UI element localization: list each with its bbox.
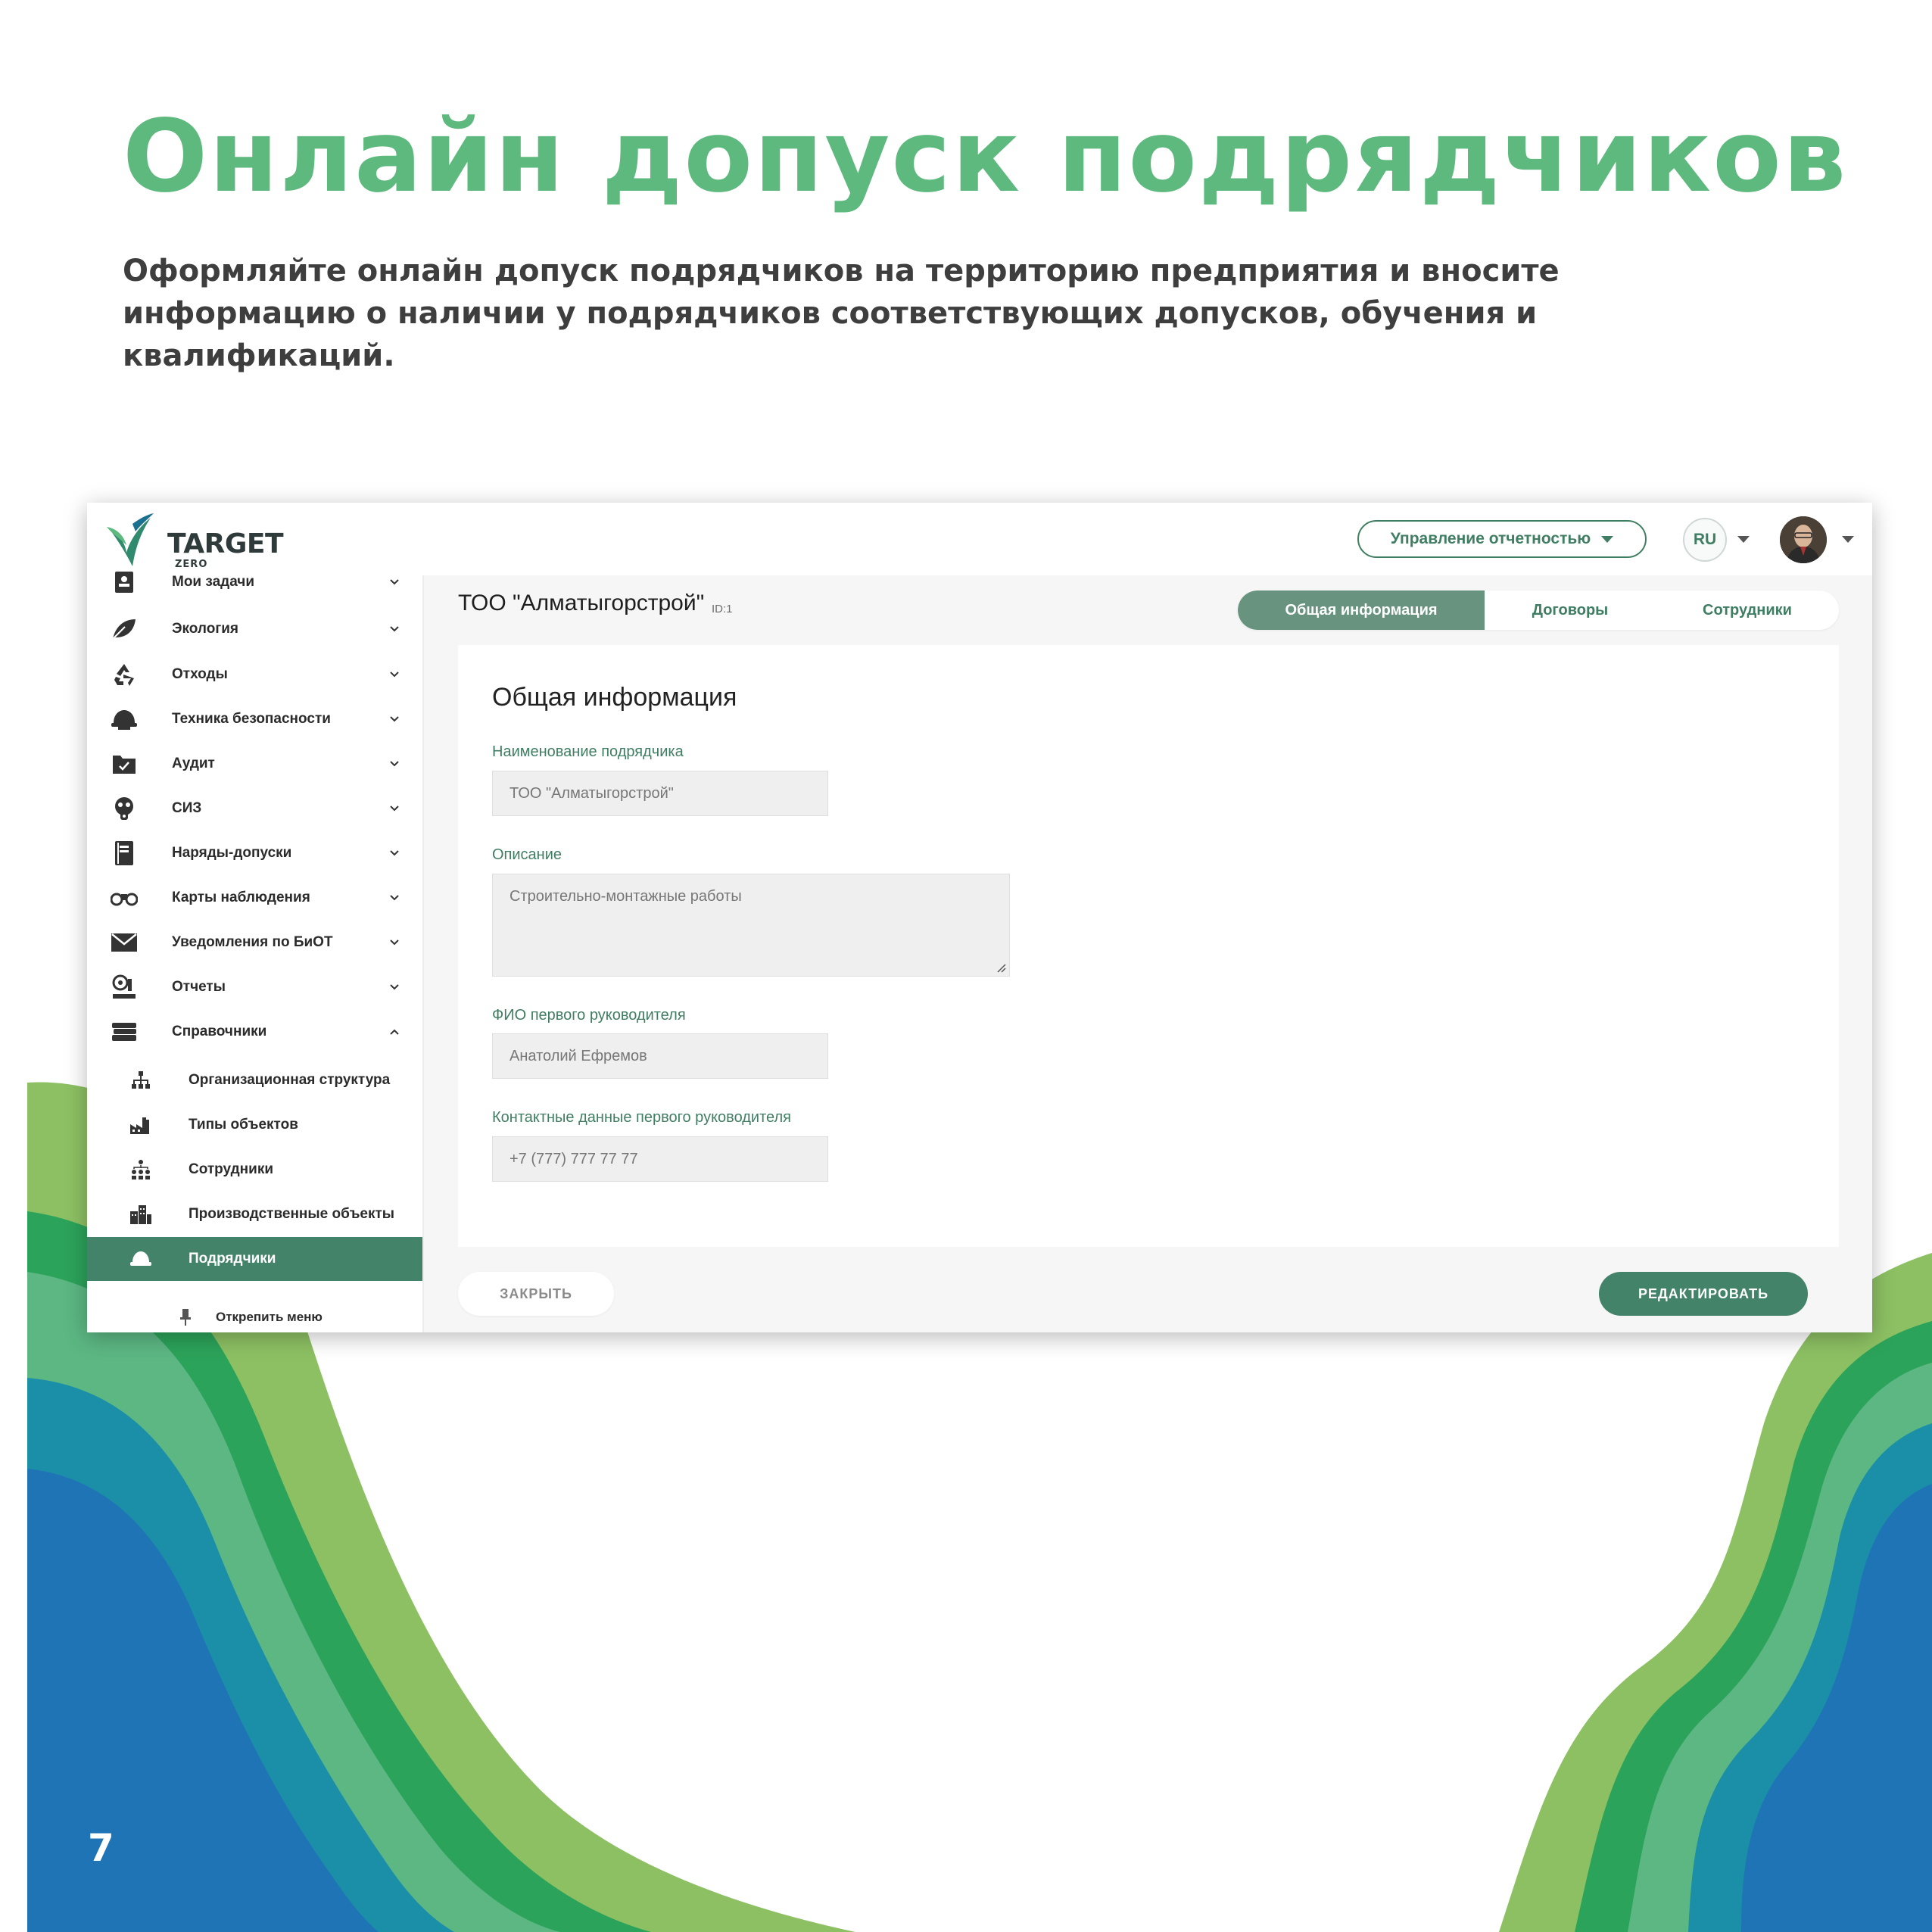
employees-icon <box>129 1158 152 1181</box>
chevron-down-icon <box>390 895 399 901</box>
chevron-down-icon <box>390 626 399 632</box>
buildings-icon <box>129 1203 152 1226</box>
helmet-icon <box>129 1248 152 1270</box>
logo-text: TARGET <box>167 528 284 559</box>
sidebar-subitem-production-facilities[interactable]: Производственные объекты <box>87 1192 422 1236</box>
head-name-label: ФИО первого руководителя <box>492 1007 686 1024</box>
caret-down-icon[interactable] <box>1842 536 1854 543</box>
sidebar-subitem-contractors[interactable]: Подрядчики <box>87 1237 422 1281</box>
sidebar-item-label: Отчеты <box>172 979 226 995</box>
sidebar-item-safety[interactable]: Техника безопасности <box>87 697 422 741</box>
sidebar-item-label: Техника безопасности <box>172 711 331 727</box>
main-content: ТОО "Алматыгорстрой" ID:1 Общая информац… <box>424 575 1872 1332</box>
factory-icon <box>129 1114 152 1136</box>
description-field[interactable]: Строительно-монтажные работы <box>492 874 1010 977</box>
contact-label: Контактные данные первого руководителя <box>492 1109 791 1126</box>
sidebar-item-reports[interactable]: Отчеты <box>87 965 422 1009</box>
page-number: 7 <box>88 1826 114 1870</box>
sidebar-item-label: Уведомления по БиОТ <box>172 934 333 950</box>
avatar[interactable] <box>1780 516 1827 563</box>
chevron-down-icon <box>390 984 399 990</box>
sidebar-subitem-object-types[interactable]: Типы объектов <box>87 1103 422 1147</box>
resize-handle-icon[interactable] <box>996 962 1006 973</box>
sidebar-subitem-label: Организационная структура <box>189 1072 391 1088</box>
sidebar-item-label: Аудит <box>172 756 215 771</box>
description-label: Описание <box>492 846 562 863</box>
audit-icon <box>110 749 139 778</box>
recycle-icon <box>110 660 139 689</box>
sidebar-subitem-label: Типы объектов <box>189 1117 298 1133</box>
sidebar-item-ppe[interactable]: СИЗ <box>87 787 422 830</box>
leaf-icon <box>110 615 139 643</box>
report-management-dropdown[interactable]: Управление отчетностью <box>1357 520 1647 558</box>
sidebar-subitem-label: Подрядчики <box>189 1251 276 1267</box>
sidebar-item-work-permits[interactable]: Наряды-допуски <box>87 831 422 875</box>
document-icon <box>110 839 139 868</box>
chevron-down-icon <box>390 806 399 812</box>
user-photo-icon <box>1780 516 1827 563</box>
sidebar-subitem-employees[interactable]: Сотрудники <box>87 1148 422 1192</box>
pin-icon <box>180 1309 191 1326</box>
sidebar-item-my-tasks[interactable]: Мои задачи <box>87 560 422 604</box>
envelope-icon <box>110 928 139 957</box>
chevron-down-icon <box>390 579 399 585</box>
hardhat-icon <box>110 705 139 734</box>
gasmask-icon <box>110 794 139 823</box>
language-button[interactable]: RU <box>1683 518 1727 562</box>
contractor-name-label: Наименование подрядчика <box>492 743 684 760</box>
tab-bar: Общая информация Договоры Сотрудники <box>1238 591 1839 630</box>
sidebar-subitem-org-structure[interactable]: Организационная структура <box>87 1058 422 1102</box>
contact-field[interactable]: +7 (777) 777 77 77 <box>492 1136 828 1182</box>
chevron-down-icon <box>390 672 399 678</box>
general-info-card: Общая информация Наименование подрядчика… <box>458 645 1839 1247</box>
app-window: TARGET ZERO Управление отчетностью RU Мо… <box>87 503 1872 1332</box>
report-management-label: Управление отчетностью <box>1390 530 1591 547</box>
unpin-menu-label: Открепить меню <box>216 1310 323 1324</box>
page-title: ТОО "Алматыгорстрой" <box>458 591 705 615</box>
sidebar-item-audit[interactable]: Аудит <box>87 742 422 786</box>
contractor-name-field[interactable]: ТОО "Алматыгорстрой" <box>492 771 828 816</box>
tasks-icon <box>110 568 139 597</box>
books-icon <box>110 1017 139 1046</box>
caret-down-icon[interactable] <box>1737 536 1750 543</box>
report-icon <box>110 973 139 1002</box>
sidebar-item-observation-cards[interactable]: Карты наблюдения <box>87 876 422 920</box>
chevron-down-icon <box>390 761 399 767</box>
caret-down-icon <box>1601 535 1614 543</box>
sidebar-item-label: Наряды-допуски <box>172 845 292 861</box>
chevron-down-icon <box>390 940 399 946</box>
chevron-up-icon <box>390 1029 399 1035</box>
head-name-field[interactable]: Анатолий Ефремов <box>492 1033 828 1079</box>
sidebar-item-label: Отходы <box>172 666 228 682</box>
sidebar-item-label: Экология <box>172 621 239 637</box>
close-button[interactable]: ЗАКРЫТЬ <box>458 1272 614 1316</box>
sidebar-item-label: СИЗ <box>172 800 202 816</box>
sidebar-item-references[interactable]: Справочники <box>87 1010 422 1054</box>
sidebar-item-label: Справочники <box>172 1024 267 1039</box>
sidebar-subitem-label: Сотрудники <box>189 1161 274 1177</box>
chevron-down-icon <box>390 850 399 856</box>
slide-subtitle: Оформляйте онлайн допуск подрядчиков на … <box>123 254 1560 373</box>
card-title: Общая информация <box>492 683 737 712</box>
tab-general-info[interactable]: Общая информация <box>1238 591 1485 630</box>
sidebar: Мои задачи Экология Отходы Техника безоп… <box>87 572 424 1332</box>
org-structure-icon <box>129 1069 152 1092</box>
chevron-down-icon <box>390 716 399 722</box>
sidebar-item-waste[interactable]: Отходы <box>87 653 422 696</box>
unpin-menu-button[interactable]: Открепить меню <box>87 1302 422 1332</box>
tab-employees[interactable]: Сотрудники <box>1656 591 1839 630</box>
company-id: ID:1 <box>712 603 733 615</box>
sidebar-subitem-label: Производственные объекты <box>189 1206 395 1222</box>
description-value: Строительно-монтажные работы <box>509 888 742 905</box>
edit-button[interactable]: РЕДАКТИРОВАТЬ <box>1599 1272 1808 1316</box>
language-label: RU <box>1693 531 1717 548</box>
sidebar-item-ecology[interactable]: Экология <box>87 607 422 651</box>
sidebar-item-hse-notifications[interactable]: Уведомления по БиОТ <box>87 921 422 964</box>
binoculars-icon <box>110 883 139 912</box>
tab-contracts[interactable]: Договоры <box>1485 591 1656 630</box>
sidebar-item-label: Мои задачи <box>172 574 255 590</box>
sidebar-item-label: Карты наблюдения <box>172 890 310 905</box>
slide-headline: Онлайн допуск подрядчиков <box>123 98 1848 215</box>
